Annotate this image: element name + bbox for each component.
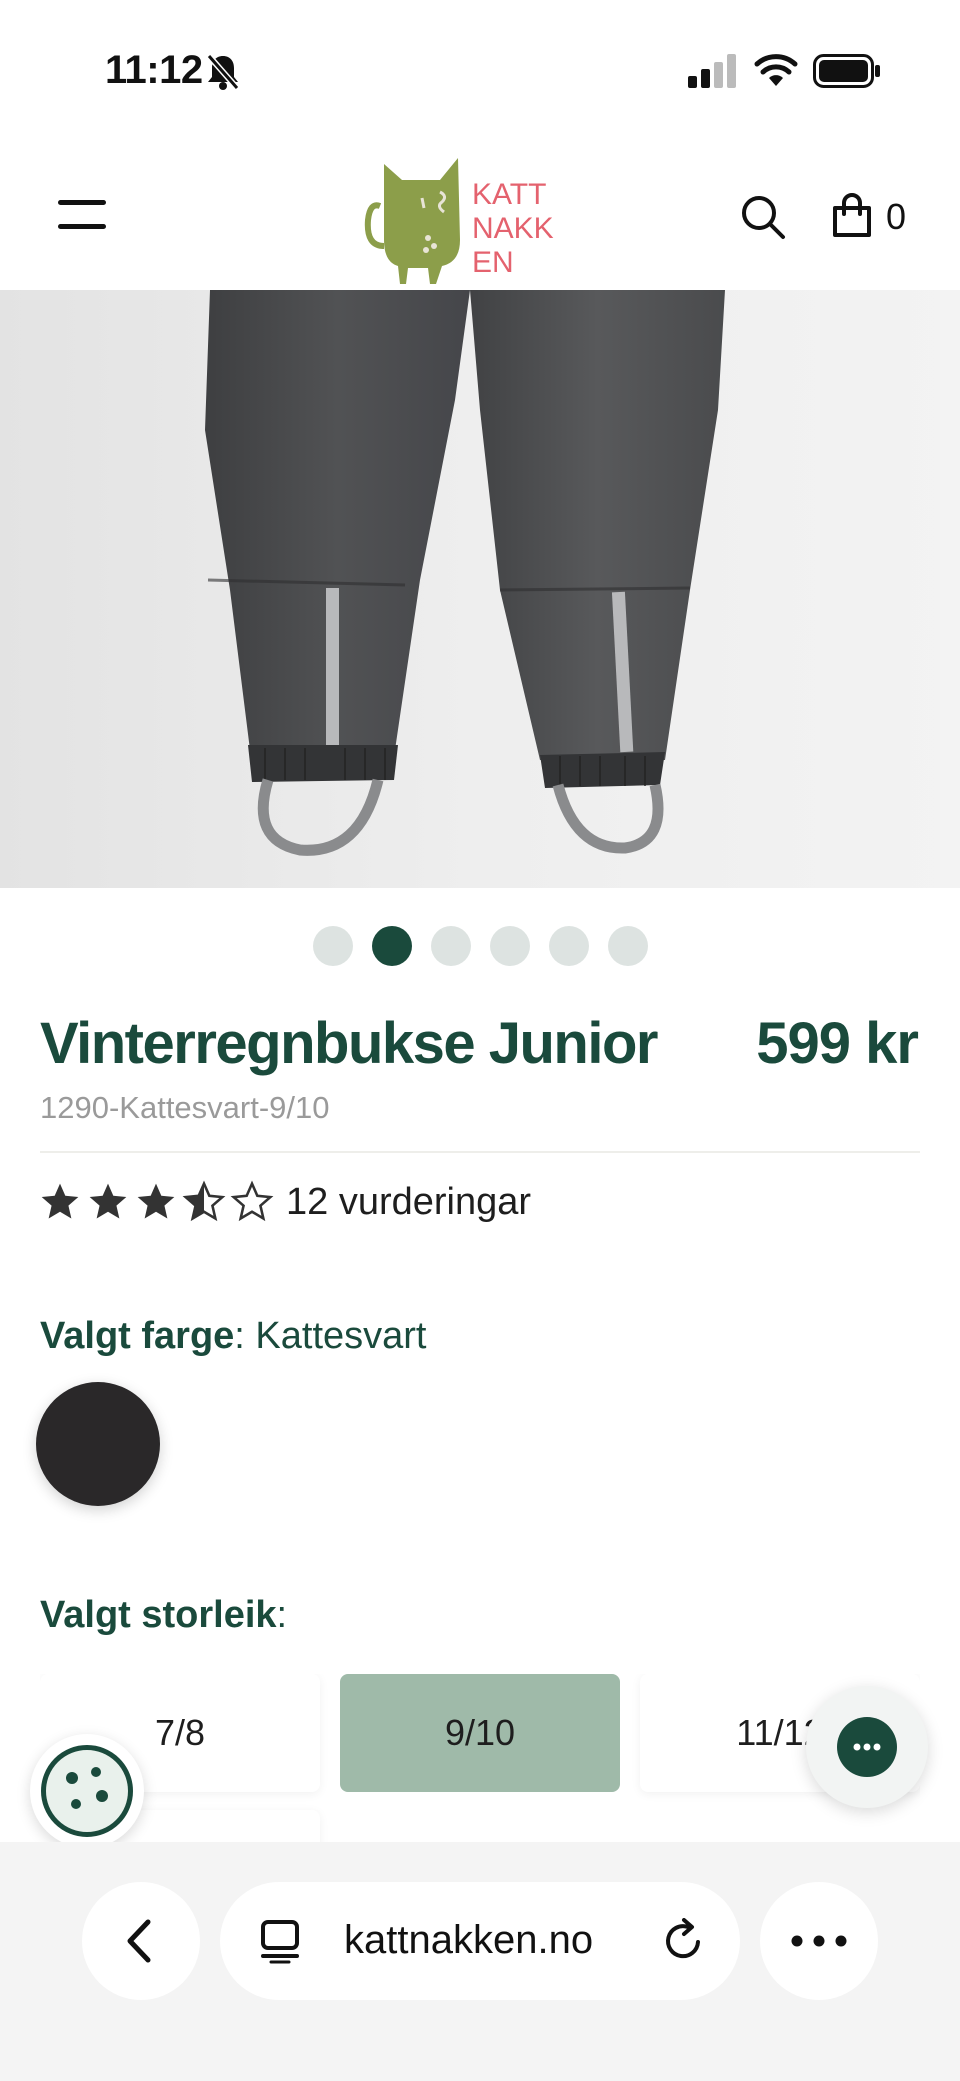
bell-muted-icon [206, 54, 240, 90]
carousel-dot[interactable] [431, 926, 471, 966]
star-half-icon [182, 1180, 226, 1222]
product-price: 599 kr [756, 1011, 919, 1076]
product-title: Vinterregnbukse Junior [40, 1011, 658, 1076]
size-options: 7/8 9/10 11/12 [40, 1674, 920, 1844]
browser-toolbar: kattnakken.no [0, 1842, 960, 2081]
more-options-button[interactable] [760, 1882, 878, 2000]
product-sku: 1290-Kattesvart-9/10 [40, 1090, 330, 1125]
status-bar: 11:12 [0, 0, 960, 140]
product-rating[interactable]: 12 vurderingar [38, 1175, 531, 1229]
selected-color-label: Valgt farge: Kattesvart [40, 1315, 427, 1357]
star-filled-icon [137, 1183, 175, 1219]
chevron-left-icon [127, 1919, 151, 1963]
battery-icon [813, 54, 880, 88]
star-empty-icon [230, 1180, 274, 1222]
carousel-dot[interactable] [608, 926, 648, 966]
svg-text:KATT: KATT [472, 178, 546, 211]
rain-pants-image [205, 290, 725, 856]
chat-icon [837, 1717, 897, 1777]
chat-button[interactable] [806, 1686, 928, 1808]
divider [40, 1151, 920, 1153]
status-time: 11:12 [105, 48, 203, 92]
back-button[interactable] [82, 1882, 200, 2000]
hamburger-menu-icon[interactable] [58, 200, 106, 230]
product-image[interactable] [0, 290, 960, 888]
rating-count[interactable]: 12 vurderingar [286, 1181, 531, 1224]
cellular-signal-icon [688, 54, 736, 88]
reload-icon[interactable] [662, 1918, 706, 1964]
cookie-icon [41, 1745, 133, 1837]
address-bar[interactable]: kattnakken.no [220, 1882, 740, 2000]
carousel-dot-active[interactable] [372, 926, 412, 966]
shopping-bag-icon[interactable] [830, 192, 874, 238]
wifi-icon [754, 54, 798, 86]
reader-mode-icon[interactable] [260, 1918, 300, 1964]
svg-text:EN: EN [472, 246, 514, 279]
carousel-dot[interactable] [313, 926, 353, 966]
cookie-settings-button[interactable] [30, 1734, 144, 1848]
selected-size-label: Valgt storleik: [40, 1594, 288, 1636]
carousel-dot[interactable] [490, 926, 530, 966]
site-header: KATT NAKK EN 0 [0, 140, 960, 290]
kattnakken-logo[interactable]: KATT NAKK EN [362, 150, 562, 284]
star-filled-icon [89, 1183, 127, 1219]
color-swatch-kattesvart[interactable] [36, 1382, 160, 1506]
star-filled-icon [41, 1183, 79, 1219]
carousel-dot[interactable] [549, 926, 589, 966]
url-text[interactable]: kattnakken.no [344, 1918, 593, 1963]
cart-count[interactable]: 0 [886, 196, 906, 238]
svg-text:NAKK: NAKK [472, 212, 554, 245]
size-option-selected[interactable]: 9/10 [340, 1674, 620, 1792]
search-icon[interactable] [740, 194, 786, 240]
ellipsis-icon [791, 1935, 847, 1947]
carousel-dots [313, 926, 648, 966]
